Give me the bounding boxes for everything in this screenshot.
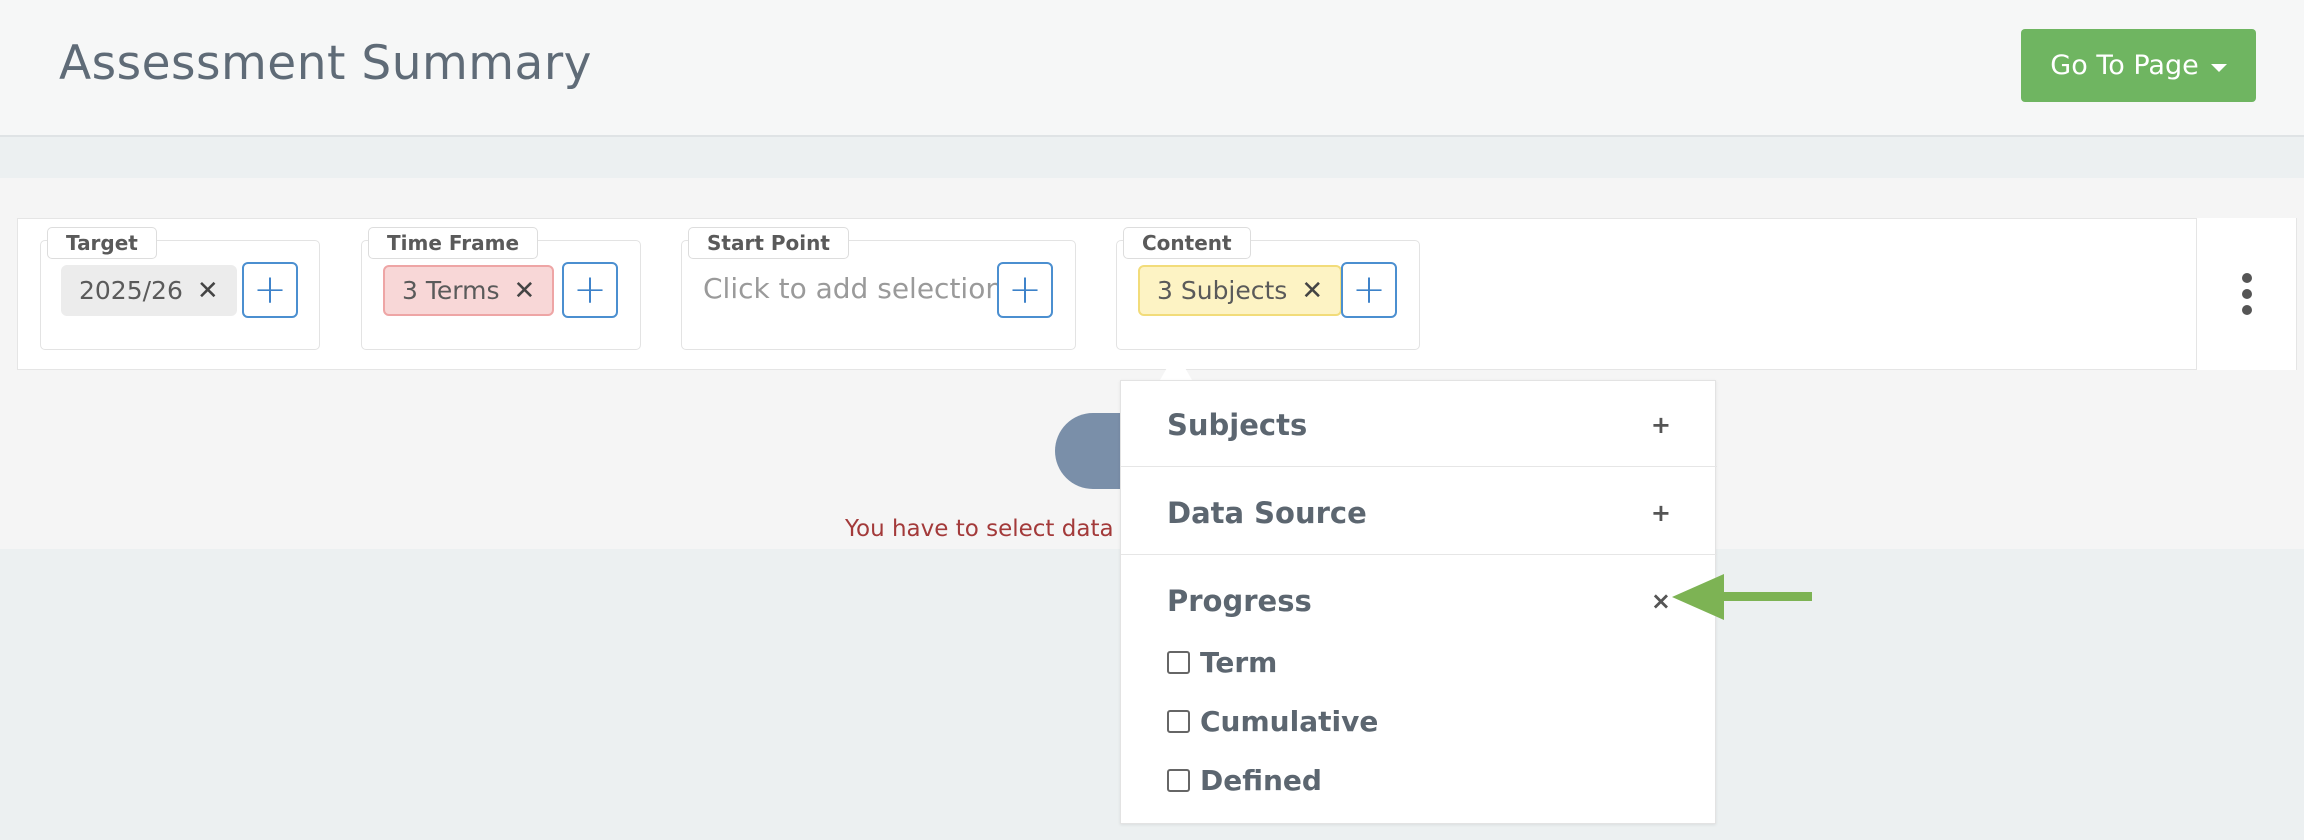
- vertical-dots-icon: [2241, 273, 2252, 315]
- more-options-button[interactable]: [2196, 218, 2296, 370]
- content-dropdown: Subjects + Data Source + Progress × Term…: [1120, 380, 1717, 824]
- option-label: Defined: [1200, 764, 1322, 797]
- data-source-label: Data Source: [1167, 496, 1367, 530]
- option-label: Term: [1200, 646, 1278, 679]
- dropdown-section-data-source[interactable]: Data Source +: [1121, 469, 1717, 557]
- content-tag[interactable]: 3 Subjects ✕: [1138, 265, 1343, 316]
- dropdown-section-subjects[interactable]: Subjects +: [1121, 381, 1717, 469]
- error-message: You have to select data s: [845, 516, 1133, 542]
- option-term[interactable]: Term: [1167, 646, 1277, 679]
- filter-label-time-frame: Time Frame: [368, 227, 539, 259]
- filter-label-target: Target: [47, 227, 157, 259]
- target-tag-label: 2025/26: [79, 276, 183, 305]
- time-frame-tag-label: 3 Terms: [402, 276, 500, 305]
- remove-icon[interactable]: ✕: [513, 276, 535, 306]
- page-header: Assessment Summary Go To Page: [0, 0, 2304, 137]
- option-label: Cumulative: [1200, 705, 1379, 738]
- add-start-point-button[interactable]: +: [997, 262, 1053, 318]
- filter-label-content: Content: [1123, 227, 1251, 259]
- progress-label: Progress: [1167, 584, 1312, 618]
- add-content-button[interactable]: +: [1341, 262, 1397, 318]
- checkbox[interactable]: [1167, 769, 1190, 792]
- remove-icon[interactable]: ✕: [1301, 276, 1323, 306]
- dropdown-pointer: [1160, 352, 1192, 380]
- expand-icon[interactable]: +: [1651, 499, 1671, 527]
- add-time-frame-button[interactable]: +: [562, 262, 618, 318]
- go-to-page-label: Go To Page: [2050, 50, 2199, 81]
- checkbox[interactable]: [1167, 651, 1190, 674]
- target-tag[interactable]: 2025/26 ✕: [61, 265, 237, 316]
- start-point-placeholder[interactable]: Click to add selection: [703, 272, 1003, 305]
- checkbox[interactable]: [1167, 710, 1190, 733]
- go-to-page-button[interactable]: Go To Page: [2021, 29, 2256, 102]
- dropdown-section-progress[interactable]: Progress ×: [1121, 557, 1717, 645]
- divider: [1121, 466, 1717, 467]
- annotation-arrow-shaft: [1718, 592, 1812, 601]
- option-defined[interactable]: Defined: [1167, 764, 1322, 797]
- option-cumulative[interactable]: Cumulative: [1167, 705, 1378, 738]
- collapse-icon[interactable]: ×: [1651, 587, 1671, 615]
- page-title: Assessment Summary: [59, 36, 592, 91]
- remove-icon[interactable]: ✕: [197, 276, 219, 306]
- content-tag-label: 3 Subjects: [1157, 276, 1288, 305]
- filter-label-start-point: Start Point: [688, 227, 849, 259]
- caret-down-icon: [2210, 63, 2227, 72]
- annotation-arrow-head-icon: [1672, 574, 1724, 620]
- add-target-button[interactable]: +: [242, 262, 298, 318]
- divider: [1121, 554, 1717, 555]
- expand-icon[interactable]: +: [1651, 411, 1671, 439]
- time-frame-tag[interactable]: 3 Terms ✕: [383, 265, 555, 316]
- subjects-label: Subjects: [1167, 408, 1308, 442]
